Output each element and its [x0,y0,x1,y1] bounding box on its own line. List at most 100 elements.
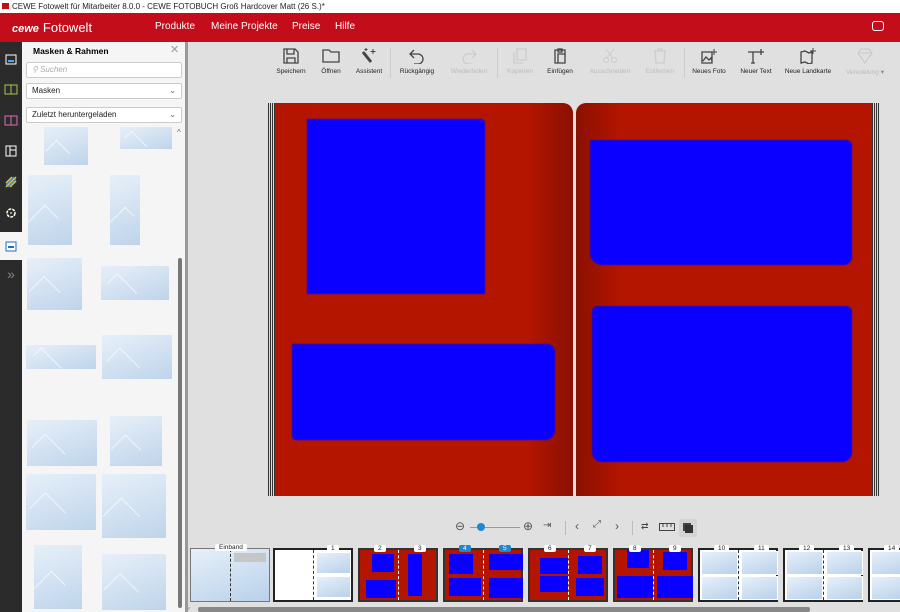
toolbar: Speichern Öffnen Assistent Rückgängig Wi… [185,42,900,92]
clipart-icon[interactable] [0,199,22,227]
brand-name: Fotowelt [42,20,93,35]
mask-thumbnail[interactable] [27,258,82,310]
page-number-label: 7 [584,545,596,552]
paste-button[interactable]: Einfügen [533,46,587,75]
layout-icon[interactable] [0,137,22,165]
add-photo-icon [701,49,717,64]
page-number-label: 8 [629,545,641,552]
nav-produkte[interactable]: Produkte [155,21,195,32]
page-thumbnail[interactable]: 10 11 [698,545,778,602]
nav-meine-projekte[interactable]: Meine Projekte [211,21,278,32]
thumbnail-mask [576,578,604,596]
nav-preise[interactable]: Preise [292,21,320,32]
overlay-toggle[interactable] [679,519,697,537]
page-strip-scrollbar[interactable] [198,607,810,612]
scroll-up-icon[interactable]: ^ [177,128,181,137]
undo-button[interactable]: Rückgängig [390,46,444,75]
thumbnail-mask [366,580,396,598]
thumbnail-mask [663,552,687,570]
page-thumbnail[interactable]: Einband [190,544,270,602]
page-number-label: 4 [459,545,471,552]
thumbnail-mask [449,554,473,574]
page-number-label: 6 [544,545,556,552]
photo-mask[interactable] [590,140,852,265]
redo-button[interactable]: Wiederholen [442,46,496,75]
book-icon[interactable] [0,75,22,103]
photo-mask[interactable] [292,344,555,440]
zoom-out-icon[interactable]: ⊖ [455,519,465,533]
expand-icon[interactable]: » [0,260,22,288]
search-icon: ⚲ [32,65,41,74]
refinement-button[interactable]: Veredelung ▾ [838,46,892,76]
mask-thumbnail[interactable] [34,545,82,609]
panel-splitter[interactable] [185,42,188,612]
delete-button[interactable]: Entfernen [633,46,687,75]
category-select[interactable]: Masken ⌄ [26,83,182,99]
masks-icon[interactable] [0,232,22,260]
chevron-down-icon[interactable]: ▾ [879,69,884,76]
page-4[interactable] [275,103,573,496]
mask-thumbnail[interactable] [28,175,72,245]
diamond-icon [857,48,873,64]
page-number-label: 12 [799,545,815,552]
background-icon[interactable] [0,168,22,196]
move-page-icon[interactable]: ⇥ [543,520,551,531]
fit-screen-icon[interactable]: ⤢ [593,519,601,530]
mask-thumbnail[interactable] [102,554,166,610]
page-thumbnail[interactable]: 23 [358,545,438,602]
mask-thumbnail[interactable] [102,474,166,538]
thumbnail-mask [657,576,693,598]
page-thumbnail[interactable]: 14 [868,545,900,602]
panel-scrollbar[interactable] [178,258,182,608]
thumbnail-mask [449,578,481,596]
photos-icon[interactable] [0,45,22,73]
zoom-in-icon[interactable]: ⊕ [523,519,533,533]
title-bar: CEWE Fotowelt für Mitarbeiter 8.0.0 - CE… [0,0,900,13]
cut-button[interactable]: Ausschneiden [583,46,637,75]
previous-icon[interactable]: ‹ [575,519,579,533]
pages-icon[interactable] [0,106,22,134]
new-photo-button[interactable]: Neues Foto [682,46,736,75]
zoom-slider-handle[interactable] [477,523,485,531]
trash-icon [654,48,666,64]
thumbnail-mask [372,554,394,572]
new-text-button[interactable]: Neuer Text [729,46,783,75]
photo-mask[interactable] [592,306,852,462]
mask-thumbnail[interactable] [110,175,140,245]
page-number-label: 5 [499,545,511,552]
page-number-label: 10 [714,545,730,552]
scroll-left-icon[interactable]: ‹ [188,606,190,612]
chat-icon[interactable] [872,21,884,31]
mask-thumbnail[interactable] [27,420,97,466]
close-icon[interactable]: ✕ [170,43,179,56]
undo-icon [409,49,424,64]
page-thumbnail[interactable]: 1 [273,545,353,602]
search-input[interactable]: ⚲ Suchen [26,62,182,78]
page-edge-right [872,103,879,496]
page-number-label: 1 [327,545,339,552]
nav-hilfe[interactable]: Hilfe [335,21,355,32]
page-number-label: 2 [374,545,386,552]
sort-select[interactable]: Zuletzt heruntergeladen ⌄ [26,107,182,123]
mask-thumbnail[interactable] [120,127,172,149]
page-thumbnail[interactable]: 67 [528,545,608,602]
mask-thumbnail[interactable] [44,127,88,165]
next-icon[interactable]: › [615,519,619,533]
zoom-controls: ⊖ ⊕ ⇥ ‹ ⤢ › ⇄ [455,519,705,537]
page-thumbnail[interactable]: 89 [613,545,693,602]
mask-thumbnail[interactable] [101,266,169,300]
photo-mask[interactable] [307,119,485,294]
swap-pages-icon[interactable]: ⇄ [641,521,649,532]
ruler-icon[interactable] [659,523,675,531]
page-thumbnail[interactable]: 12 13 [783,545,863,602]
page-thumbnail[interactable]: 45 [443,545,523,602]
new-map-button[interactable]: Neue Landkarte [781,46,835,75]
page-5[interactable] [576,103,872,496]
mask-thumbnail[interactable] [26,345,96,369]
assistant-button[interactable]: Assistent [342,46,396,75]
mask-thumbnail[interactable] [110,416,162,466]
mask-thumbnail[interactable] [102,335,172,379]
mask-thumbnail[interactable] [26,474,96,530]
side-rail: » [0,42,22,612]
page-number-label: 14 [884,545,900,552]
